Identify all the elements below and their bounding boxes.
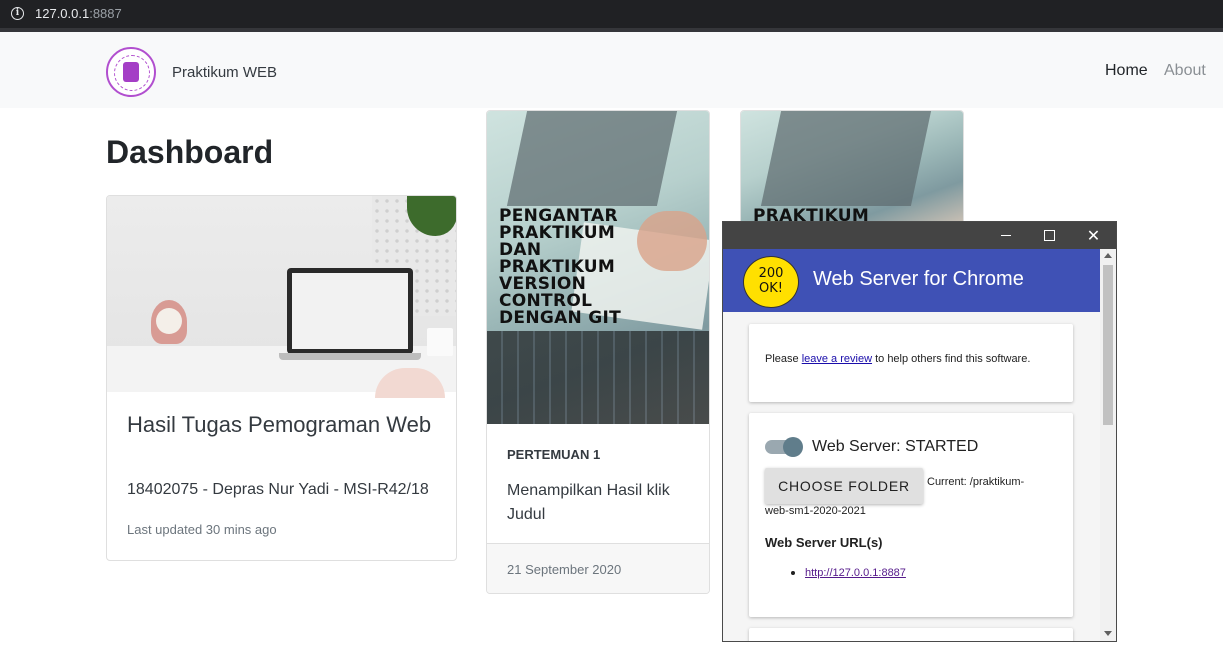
card-pertemuan-1[interactable]: PENGANTAR PRAKTIKUM DAN PRAKTIKUM VERSIO…	[486, 110, 710, 594]
scroll-thumb[interactable]	[1103, 265, 1113, 425]
laptop-base	[279, 353, 421, 360]
close-icon[interactable]: ✕	[1071, 222, 1116, 249]
brand-name[interactable]: Praktikum WEB	[172, 64, 277, 81]
image-text-line: DENGAN GIT	[499, 308, 622, 328]
app-header: 200 OK! Web Server for Chrome	[723, 249, 1100, 312]
card-subtitle: 18402075 - Depras Nur Yadi - MSI-R42/18	[127, 481, 429, 498]
badge-line: 200	[758, 266, 784, 281]
leave-review-link[interactable]: leave a review	[802, 353, 872, 365]
address-url[interactable]: 127.0.0.1:8887	[35, 6, 122, 21]
laptop-shape	[506, 111, 678, 206]
server-status: Web Server: STARTED	[812, 438, 979, 455]
server-url-link[interactable]: http://127.0.0.1:8887	[805, 567, 906, 579]
scroll-down-icon[interactable]	[1104, 631, 1112, 636]
url-port: :8887	[89, 6, 122, 21]
logo-emblem	[123, 62, 139, 82]
minimize-icon[interactable]	[983, 222, 1028, 249]
laptop	[287, 268, 413, 354]
page-title: Dashboard	[106, 134, 274, 170]
browser-address-bar: i 127.0.0.1:8887	[0, 0, 1223, 32]
url-host: 127.0.0.1	[35, 6, 90, 21]
card-image: PRAKTIKUM	[741, 111, 963, 231]
server-panel: Web Server: STARTED CHOOSE FOLDER Curren…	[749, 413, 1073, 617]
brand-logo[interactable]	[106, 47, 156, 97]
card-praktikum[interactable]: PRAKTIKUM	[740, 110, 964, 232]
info-icon[interactable]: i	[11, 7, 24, 20]
scroll-up-icon[interactable]	[1104, 253, 1112, 258]
hand-shape	[637, 211, 707, 271]
card-image: PENGANTAR PRAKTIKUM DAN PRAKTIKUM VERSIO…	[487, 111, 709, 424]
choose-folder-button[interactable]: CHOOSE FOLDER	[765, 468, 923, 504]
nav-link-about[interactable]: About	[1164, 62, 1206, 80]
app-logo-badge: 200 OK!	[743, 256, 799, 308]
current-folder-line1: Current: /praktikum-	[927, 476, 1025, 488]
options-panel	[749, 628, 1073, 641]
window-scrollbar[interactable]	[1100, 249, 1116, 641]
window-titlebar[interactable]: ✕	[723, 222, 1116, 249]
card-description[interactable]: Menampilkan Hasil klik Judul	[507, 479, 687, 527]
urls-heading: Web Server URL(s)	[765, 535, 883, 550]
server-toggle[interactable]	[765, 437, 803, 457]
card-footer: 21 September 2020	[487, 543, 709, 593]
review-panel: Please leave a review to help others fin…	[749, 324, 1073, 402]
card-image-text: PENGANTAR PRAKTIKUM DAN PRAKTIKUM VERSIO…	[499, 208, 621, 327]
badge-line: OK!	[759, 281, 783, 296]
review-suffix: to help others find this software.	[872, 353, 1031, 365]
app-content: Please leave a review to help others fin…	[723, 312, 1100, 641]
card-image	[107, 196, 456, 398]
review-text: Please leave a review to help others fin…	[765, 353, 1030, 365]
keyboard-shape	[487, 331, 709, 424]
laptop-shape	[760, 111, 932, 206]
cup	[427, 328, 453, 356]
app-title: Web Server for Chrome	[813, 268, 1024, 290]
card-title[interactable]: Hasil Tugas Pemograman Web	[127, 412, 437, 438]
maximize-icon[interactable]	[1026, 222, 1071, 249]
review-prefix: Please	[765, 353, 802, 365]
nav-link-home[interactable]: Home	[1105, 62, 1148, 80]
current-folder-line2: web-sm1-2020-2021	[765, 505, 866, 517]
card-hasil-tugas[interactable]: Hasil Tugas Pemograman Web 18402075 - De…	[106, 195, 457, 561]
alarm-clock	[151, 300, 187, 344]
card-updated-text: Last updated 30 mins ago	[127, 522, 277, 537]
toggle-knob[interactable]	[783, 437, 803, 457]
card-date: 21 September 2020	[507, 562, 622, 577]
card-kicker: PERTEMUAN 1	[507, 447, 601, 462]
list-bullet	[791, 571, 795, 575]
web-server-window: ✕ 200 OK! Web Server for Chrome Please l…	[722, 221, 1117, 642]
